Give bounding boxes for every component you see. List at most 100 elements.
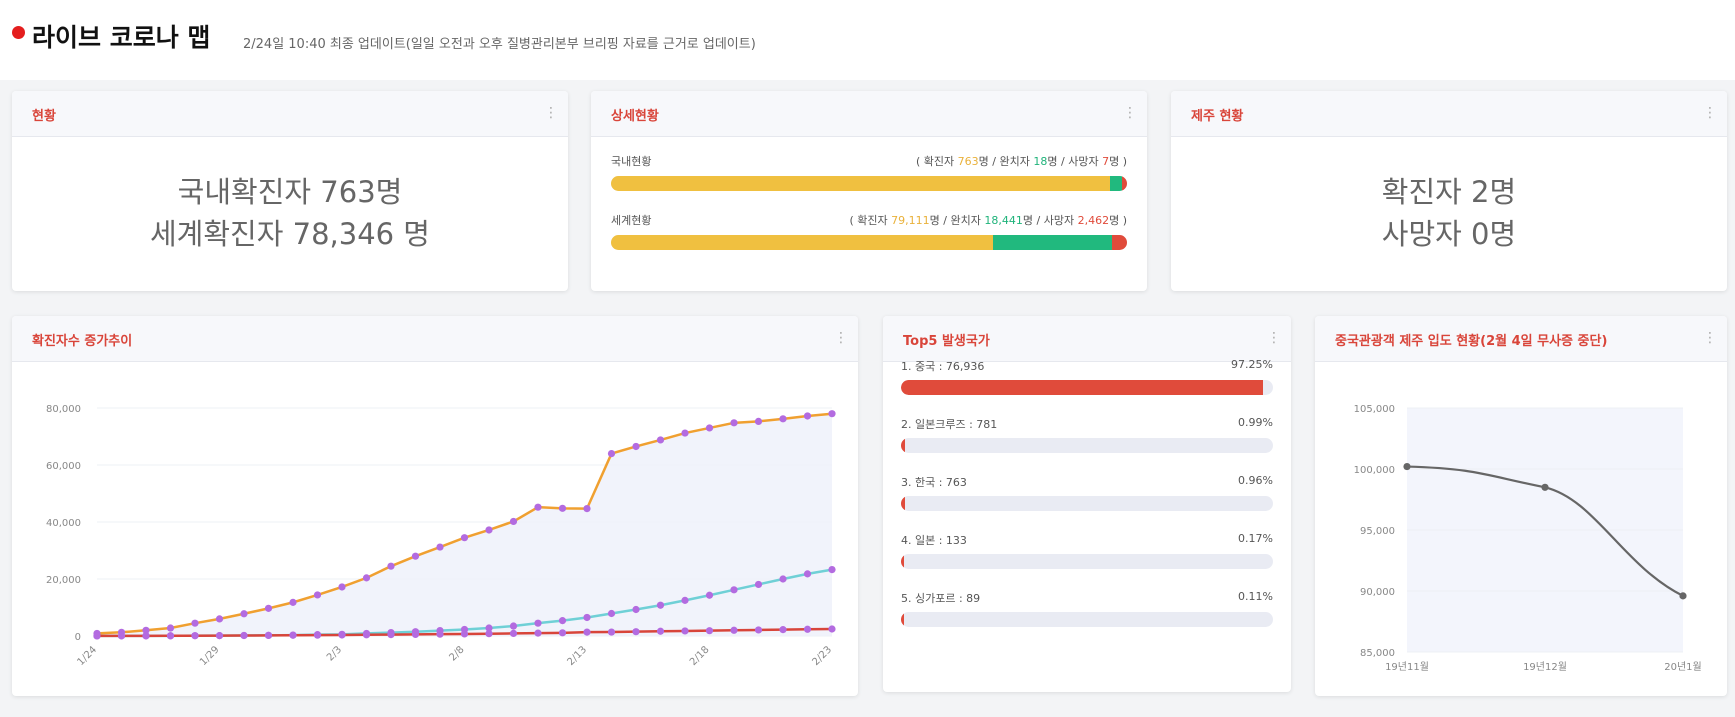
update-info: 2/24일 10:40 최종 업데이트(일일 오전과 오후 질병관리본부 브리핑… [243,37,756,52]
more-options-icon[interactable]: ⋮ [1703,105,1717,121]
data-point [1541,483,1549,491]
trend-card: 확진자수 증가추이 ⋮ 0 20,000 40,000 60,000 80,000 1/2… [12,316,858,696]
country-percent: 0.99% [1238,416,1273,429]
jeju-confirmed: 확진자 2명 [1381,175,1517,209]
country-label: 2. 일본크루즈 : 781 [901,418,998,431]
data-point [803,412,812,420]
page-title: 라이브 코로나 맵 [32,23,211,52]
x-tick-label: 19년11월 [1385,661,1429,673]
data-point [779,575,787,583]
data-point [705,591,714,599]
data-point [607,450,616,458]
data-point [583,613,591,622]
country-progress-bar [901,612,1273,627]
more-options-icon[interactable]: ⋮ [1703,330,1717,346]
data-point [534,629,542,637]
tourist-card: 중국관광객 제주 입도 현황(2월 4일 무사증 중단) ⋮ 85,000 90,… [1315,316,1727,696]
y-tick-label: 60,000 [46,461,81,472]
data-point [730,419,738,427]
country-progress-fill [901,380,1263,395]
status-card: 현황 ⋮ 국내확진자 763명 세계확진자 78,346 명 [12,91,568,291]
confirmed-caption: 확진자 [923,155,955,168]
data-point [534,503,542,511]
unit: 명 [1109,214,1120,227]
domestic-recovered-count: 18 [1033,155,1048,168]
x-tick-label: 19년12월 [1523,661,1567,673]
dead-caption: 사망자 [1068,155,1099,168]
domestic-dead-segment [1122,176,1127,191]
top5-card: Top5 발생국가 ⋮ 1. 중국 : 76,936 97.25% 2. 일본크루즈… [883,316,1291,692]
tourist-chart: 85,000 90,000 95,000 100,000 105,000 19년11월 19… [1354,404,1702,673]
data-point [313,591,322,599]
domestic-confirmed-count: 763 [957,155,979,168]
data-point [387,562,395,570]
data-point [583,628,591,636]
world-dead-count: 2,462 [1077,214,1110,227]
country-progress-bar [901,380,1273,395]
data-point [779,626,787,634]
data-point [313,631,322,639]
country-progress-bar [901,438,1273,453]
data-point [828,565,836,574]
country-percent: 0.11% [1238,590,1273,603]
data-point [754,417,763,425]
data-point [485,526,493,534]
data-point [338,631,346,639]
unit: 명 [1109,155,1120,168]
data-point [142,632,150,640]
country-percent: 0.96% [1238,474,1273,487]
country-label: 5. 싱가포르 : 89 [901,592,981,605]
data-point [338,583,346,591]
more-options-icon[interactable]: ⋮ [544,105,558,121]
tourist-card-title: 중국관광객 제주 입도 현황(2월 4일 무사증 중단) [1335,334,1608,349]
more-options-icon[interactable]: ⋮ [1267,330,1281,346]
world-dead-segment [1111,235,1127,250]
data-point [215,632,224,640]
country-percent: 97.25% [1231,358,1273,371]
status-card-header: 현황 ⋮ [12,91,568,137]
unit: 명 [1022,214,1033,227]
data-point [632,442,640,451]
data-point [362,574,371,582]
live-indicator-icon [12,26,25,39]
x-tick-label: 1/29 [198,644,222,668]
country-label: 1. 중국 : 76,936 [901,360,985,373]
data-point [117,632,126,640]
domestic-label: 국내현황 [611,155,652,168]
jeju-card-header: 제주 현황 ⋮ [1171,91,1727,137]
unit: 명 [978,155,989,168]
data-point [362,631,371,639]
y-tick-label: 100,000 [1354,465,1395,476]
data-point [632,605,640,614]
domestic-recovered-segment [1109,176,1123,191]
data-point [166,624,175,632]
x-tick-label: 20년1월 [1664,661,1702,673]
data-point [411,630,420,639]
data-point [240,631,248,640]
country-progress-fill [901,438,905,453]
data-point [705,627,714,635]
y-tick-label: 20,000 [46,575,81,586]
confirmed-caption: 확진자 [857,214,888,227]
unit: 명 [1047,155,1058,168]
data-point [387,631,395,639]
top5-card-title: Top5 발생국가 [903,334,990,349]
jeju-card: 제주 현황 ⋮ 확진자 2명 사망자 0명 [1171,91,1727,291]
data-point [509,629,518,638]
y-tick-label: 40,000 [46,518,81,529]
recovered-caption: 완치자 [999,155,1030,168]
data-point [534,619,542,627]
data-point [607,609,616,618]
data-point [264,604,273,612]
more-options-icon[interactable]: ⋮ [1123,105,1137,121]
data-point [289,598,297,606]
country-progress-bar [901,554,1273,569]
data-point [558,504,567,512]
data-point [730,626,738,634]
data-point [779,415,787,423]
more-options-icon[interactable]: ⋮ [834,330,848,346]
data-point [215,615,224,623]
trend-card-header: 확진자수 증가추이 ⋮ [12,316,858,362]
world-stats: ( 확진자 79,111명 / 완치자 18,441명 / 사망자 2,462명… [849,214,1128,227]
data-point [460,534,469,542]
